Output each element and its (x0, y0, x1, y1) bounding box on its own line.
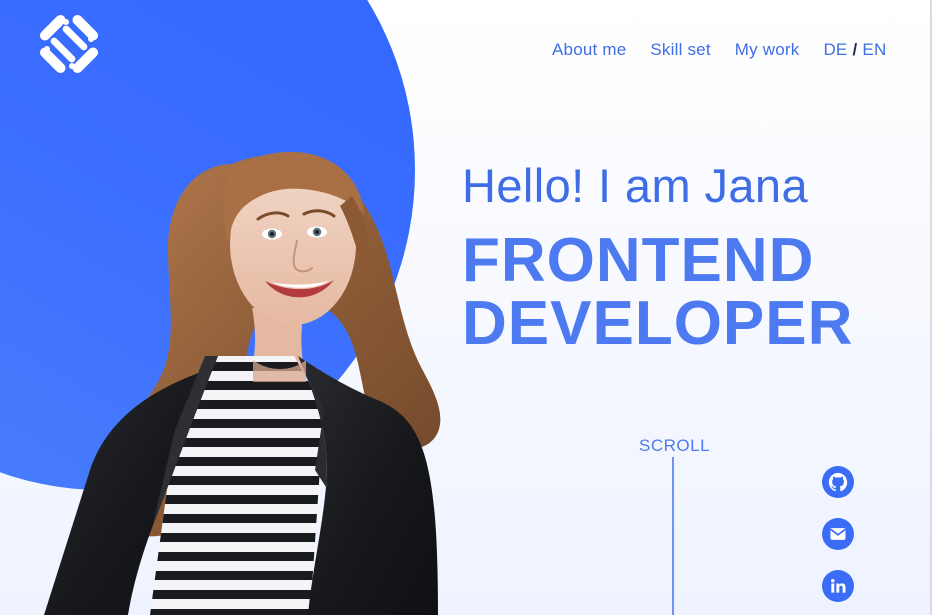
top-navigation: About me Skill set My work DE / EN (552, 40, 886, 60)
github-icon (828, 472, 848, 492)
lang-en-link[interactable]: EN (862, 40, 886, 60)
email-link[interactable] (822, 518, 854, 550)
mail-icon (830, 528, 846, 540)
hero-title: FRONTEND DEVELOPER (462, 229, 892, 355)
nav-skill-set[interactable]: Skill set (650, 40, 710, 60)
hero-greeting: Hello! I am Jana (462, 159, 809, 212)
hero-title-line-2: DEVELOPER (462, 289, 854, 358)
lang-de-link[interactable]: DE (823, 40, 847, 60)
lang-separator: / (852, 40, 858, 59)
language-switcher: DE / EN (823, 40, 886, 60)
hero-title-line-1: FRONTEND (462, 226, 815, 295)
scroll-label[interactable]: SCROLL (639, 436, 710, 456)
github-link[interactable] (822, 466, 854, 498)
linkedin-icon (831, 579, 846, 593)
linkedin-link[interactable] (822, 570, 854, 602)
portfolio-page: About me Skill set My work DE / EN Hello… (0, 0, 932, 615)
brand-logo[interactable] (33, 8, 105, 80)
scroll-line (672, 457, 674, 615)
nav-about-me[interactable]: About me (552, 40, 626, 60)
nav-my-work[interactable]: My work (735, 40, 800, 60)
logo-icon (39, 14, 99, 74)
